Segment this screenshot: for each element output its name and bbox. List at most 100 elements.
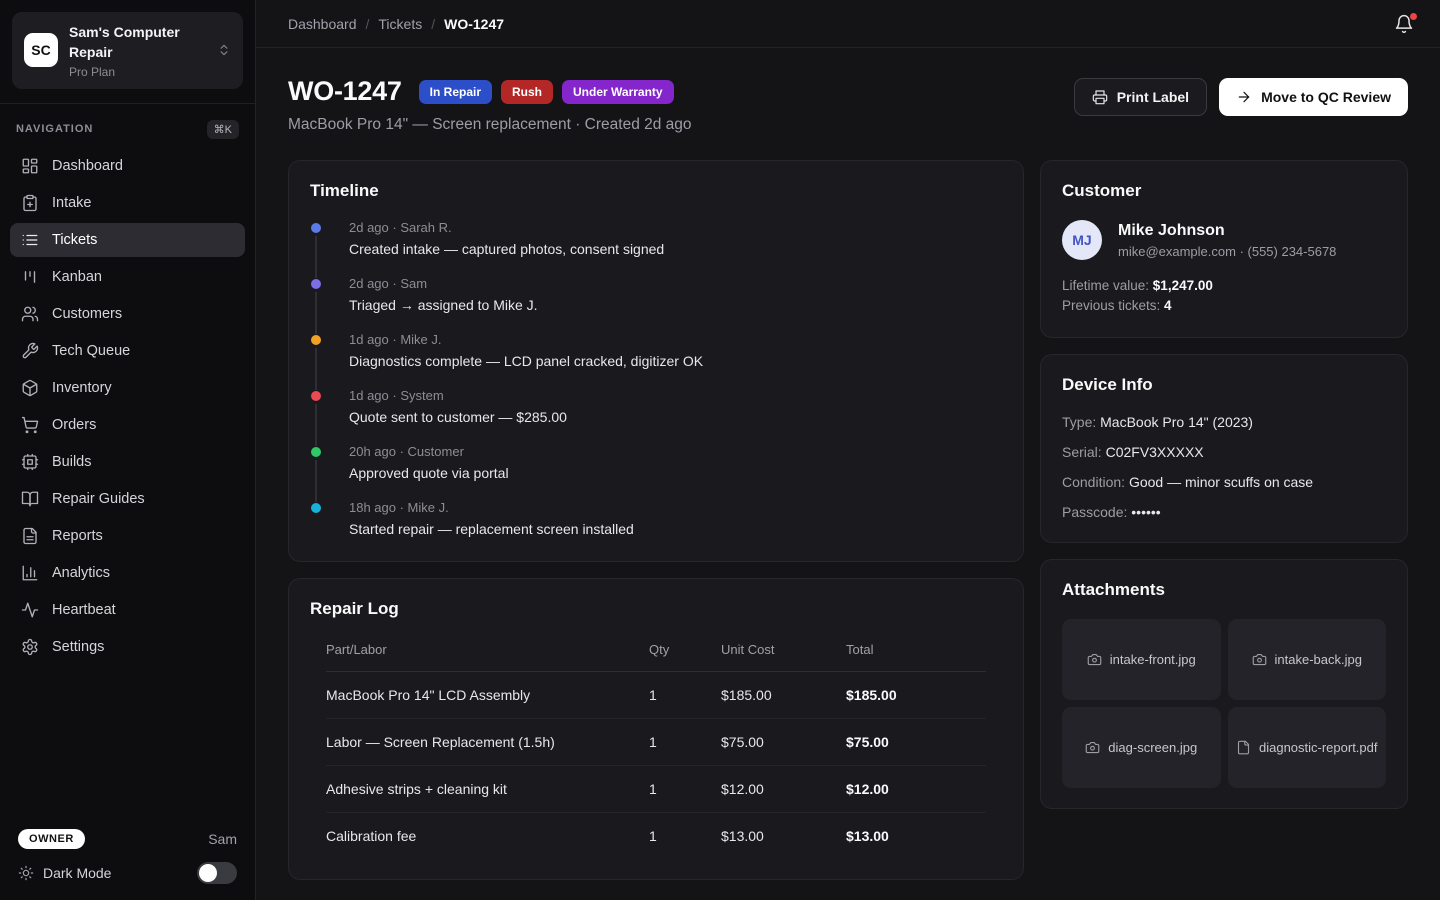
dark-mode-label: Dark Mode (43, 865, 188, 881)
camera-icon (1252, 652, 1267, 667)
activity-icon (21, 601, 39, 619)
customer-card: Customer MJ Mike Johnson mike@example.co… (1040, 160, 1408, 338)
org-avatar: SC (24, 33, 58, 67)
notifications-button[interactable] (1390, 10, 1418, 38)
attachments-card: Attachments intake-front.jpg intake-back… (1040, 559, 1408, 809)
camera-icon (1087, 652, 1102, 667)
navigation-section-label: NAVIGATION (16, 123, 93, 135)
page-title: WO-1247 (288, 76, 402, 107)
sidebar-footer: OWNER Sam Dark Mode (0, 817, 255, 900)
customer-previous-tickets: Previous tickets: 4 (1062, 296, 1386, 316)
package-icon (21, 379, 39, 397)
timeline-dot (311, 447, 321, 457)
sidebar-nav: Dashboard Intake Tickets Kanban Customer… (0, 149, 255, 667)
avatar: MJ (1062, 220, 1102, 260)
sidebar-item-orders[interactable]: Orders (10, 408, 245, 442)
timeline-event: 18h ago · Mike J. Started repair — repla… (311, 500, 1002, 541)
timeline-dot (311, 223, 321, 233)
table-row: Labor — Screen Replacement (1.5h) 1 $75.… (326, 719, 986, 766)
org-switcher[interactable]: SC Sam's Computer Repair Pro Plan (12, 12, 243, 89)
sidebar-item-analytics[interactable]: Analytics (10, 556, 245, 590)
sidebar: SC Sam's Computer Repair Pro Plan NAVIGA… (0, 0, 256, 900)
sidebar-item-dashboard[interactable]: Dashboard (10, 149, 245, 183)
ticket-page: WO-1247 In Repair Rush Under Warranty Ma… (256, 48, 1440, 900)
attachment-intake-back[interactable]: intake-back.jpg (1228, 619, 1387, 700)
timeline-event: 2d ago · Sam Triaged → assigned to Mike … (311, 276, 1002, 332)
owner-user-name: Sam (208, 831, 237, 847)
column-header-total: Total (846, 638, 986, 672)
device-type: Type: MacBook Pro 14" (2023) (1062, 414, 1386, 430)
owner-role-badge: OWNER (18, 829, 85, 849)
sidebar-item-reports[interactable]: Reports (10, 519, 245, 553)
sidebar-item-kanban[interactable]: Kanban (10, 260, 245, 294)
sidebar-item-inventory[interactable]: Inventory (10, 371, 245, 405)
dashboard-grid-icon (21, 157, 39, 175)
sidebar-item-customers[interactable]: Customers (10, 297, 245, 331)
list-icon (21, 231, 39, 249)
dark-mode-toggle[interactable] (197, 862, 237, 884)
sidebar-item-builds[interactable]: Builds (10, 445, 245, 479)
sidebar-item-heartbeat[interactable]: Heartbeat (10, 593, 245, 627)
timeline-event: 1d ago · Mike J. Diagnostics complete — … (311, 332, 1002, 388)
ticket-subtitle: MacBook Pro 14" — Screen replacement · C… (288, 116, 692, 134)
chevrons-up-down-icon (217, 43, 231, 57)
breadcrumb-tickets[interactable]: Tickets (378, 16, 422, 32)
sidebar-item-tech-queue[interactable]: Tech Queue (10, 334, 245, 368)
attachment-intake-front[interactable]: intake-front.jpg (1062, 619, 1221, 700)
book-open-icon (21, 490, 39, 508)
users-icon (21, 305, 39, 323)
attachment-diagnostic-report[interactable]: diagnostic-report.pdf (1228, 707, 1387, 788)
main-area: Dashboard / Tickets / WO-1247 WO-1247 In… (256, 0, 1440, 900)
clipboard-plus-icon (21, 194, 39, 212)
notification-dot (1410, 13, 1417, 20)
printer-icon (1092, 89, 1108, 105)
cart-icon (21, 416, 39, 434)
repair-log-title: Repair Log (310, 599, 1002, 619)
customer-title: Customer (1062, 181, 1386, 201)
org-section: SC Sam's Computer Repair Pro Plan (0, 0, 255, 104)
device-passcode: Passcode: •••••• (1062, 504, 1386, 520)
table-row: Calibration fee 1 $13.00 $13.00 (326, 813, 986, 860)
cpu-icon (21, 453, 39, 471)
breadcrumb-dashboard[interactable]: Dashboard (288, 16, 357, 32)
device-info-title: Device Info (1062, 375, 1386, 395)
attachments-title: Attachments (1062, 580, 1386, 600)
org-name: Sam's Computer Repair (69, 22, 206, 63)
customer-contact: mike@example.com · (555) 234-5678 (1118, 244, 1336, 259)
sidebar-item-settings[interactable]: Settings (10, 630, 245, 664)
command-palette-shortcut[interactable]: ⌘K (207, 120, 239, 139)
timeline-dot (311, 335, 321, 345)
repair-log-card: Repair Log Part/Labor Qty Unit Cost Tota… (288, 578, 1024, 880)
device-info-card: Device Info Type: MacBook Pro 14" (2023)… (1040, 354, 1408, 543)
sidebar-item-tickets[interactable]: Tickets (10, 223, 245, 257)
sidebar-item-repair-guides[interactable]: Repair Guides (10, 482, 245, 516)
status-badge: In Repair (419, 80, 492, 104)
device-condition: Condition: Good — minor scuffs on case (1062, 474, 1386, 490)
timeline-dot (311, 503, 321, 513)
wrench-icon (21, 342, 39, 360)
timeline-card: Timeline 2d ago · Sarah R. Created intak… (288, 160, 1024, 562)
print-label-button[interactable]: Print Label (1074, 78, 1207, 116)
arrow-right-icon (1236, 89, 1252, 105)
timeline-event: 20h ago · Customer Approved quote via po… (311, 444, 1002, 500)
move-to-qc-button[interactable]: Move to QC Review (1219, 78, 1408, 116)
kanban-icon (21, 268, 39, 286)
file-icon (1236, 740, 1251, 755)
attachment-diag-screen[interactable]: diag-screen.jpg (1062, 707, 1221, 788)
sun-icon (18, 865, 34, 881)
timeline-dot (311, 391, 321, 401)
org-plan: Pro Plan (69, 65, 206, 79)
customer-lifetime-value: Lifetime value: $1,247.00 (1062, 276, 1386, 296)
timeline-dot (311, 279, 321, 289)
bar-chart-icon (21, 564, 39, 582)
customer-name: Mike Johnson (1118, 222, 1336, 240)
table-row: Adhesive strips + cleaning kit 1 $12.00 … (326, 766, 986, 813)
gear-icon (21, 638, 39, 656)
timeline-event: 1d ago · System Quote sent to customer —… (311, 388, 1002, 444)
breadcrumb-current: WO-1247 (444, 16, 504, 32)
table-row: MacBook Pro 14" LCD Assembly 1 $185.00 $… (326, 672, 986, 719)
column-header-part: Part/Labor (326, 638, 649, 672)
sidebar-item-intake[interactable]: Intake (10, 186, 245, 220)
priority-badge: Rush (501, 80, 553, 104)
file-text-icon (21, 527, 39, 545)
